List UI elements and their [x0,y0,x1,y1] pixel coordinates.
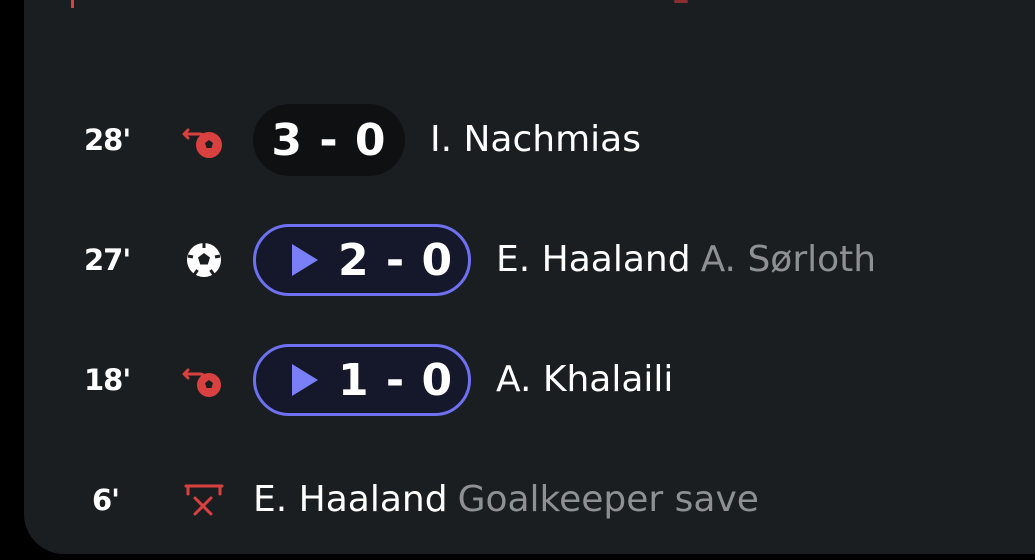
video-highlight-button[interactable]: 2 - 0 [253,224,471,296]
event-row[interactable]: 6' E. Haaland Goalkeeper save [24,464,1024,536]
match-events-card: 28' 3 - 0 I. Nachmias 27' 2 - 0 E. Haala… [24,0,1035,554]
video-highlight-button[interactable]: 1 - 0 [253,344,471,416]
event-names: E. Haaland A. Sørloth [496,224,876,296]
play-icon [292,244,318,276]
event-row[interactable]: 27' 2 - 0 E. Haaland A. Sørloth [24,224,1024,296]
player-name[interactable]: I. Nachmias [430,119,641,160]
score-text: 1 - 0 [338,354,454,406]
player-name[interactable]: E. Haaland [496,239,691,280]
timeline-stub [71,0,74,8]
event-row[interactable]: 18' 1 - 0 A. Khalaili [24,344,1024,416]
player-name[interactable]: A. Khalaili [496,359,673,400]
own-goal-icon [182,358,226,402]
event-minute: 28' [84,123,131,157]
event-detail: Goalkeeper save [457,479,759,520]
player-name[interactable]: E. Haaland [253,479,448,520]
event-names: I. Nachmias [430,104,641,176]
event-minute: 27' [84,243,131,277]
timeline-stub-mark [674,0,688,3]
event-minute: 18' [84,363,131,397]
score-text: 2 - 0 [338,234,454,286]
score-text: 3 - 0 [271,114,387,166]
event-names: E. Haaland Goalkeeper save [253,464,759,536]
assist-name[interactable]: A. Sørloth [701,239,877,280]
missed-shot-icon [182,478,226,522]
event-minute: 6' [92,483,120,517]
event-row[interactable]: 28' 3 - 0 I. Nachmias [24,104,1024,176]
play-icon [292,364,318,396]
event-names: A. Khalaili [496,344,673,416]
goal-ball-icon [182,238,226,282]
own-goal-icon [182,118,226,162]
score-pill: 3 - 0 [253,104,405,176]
